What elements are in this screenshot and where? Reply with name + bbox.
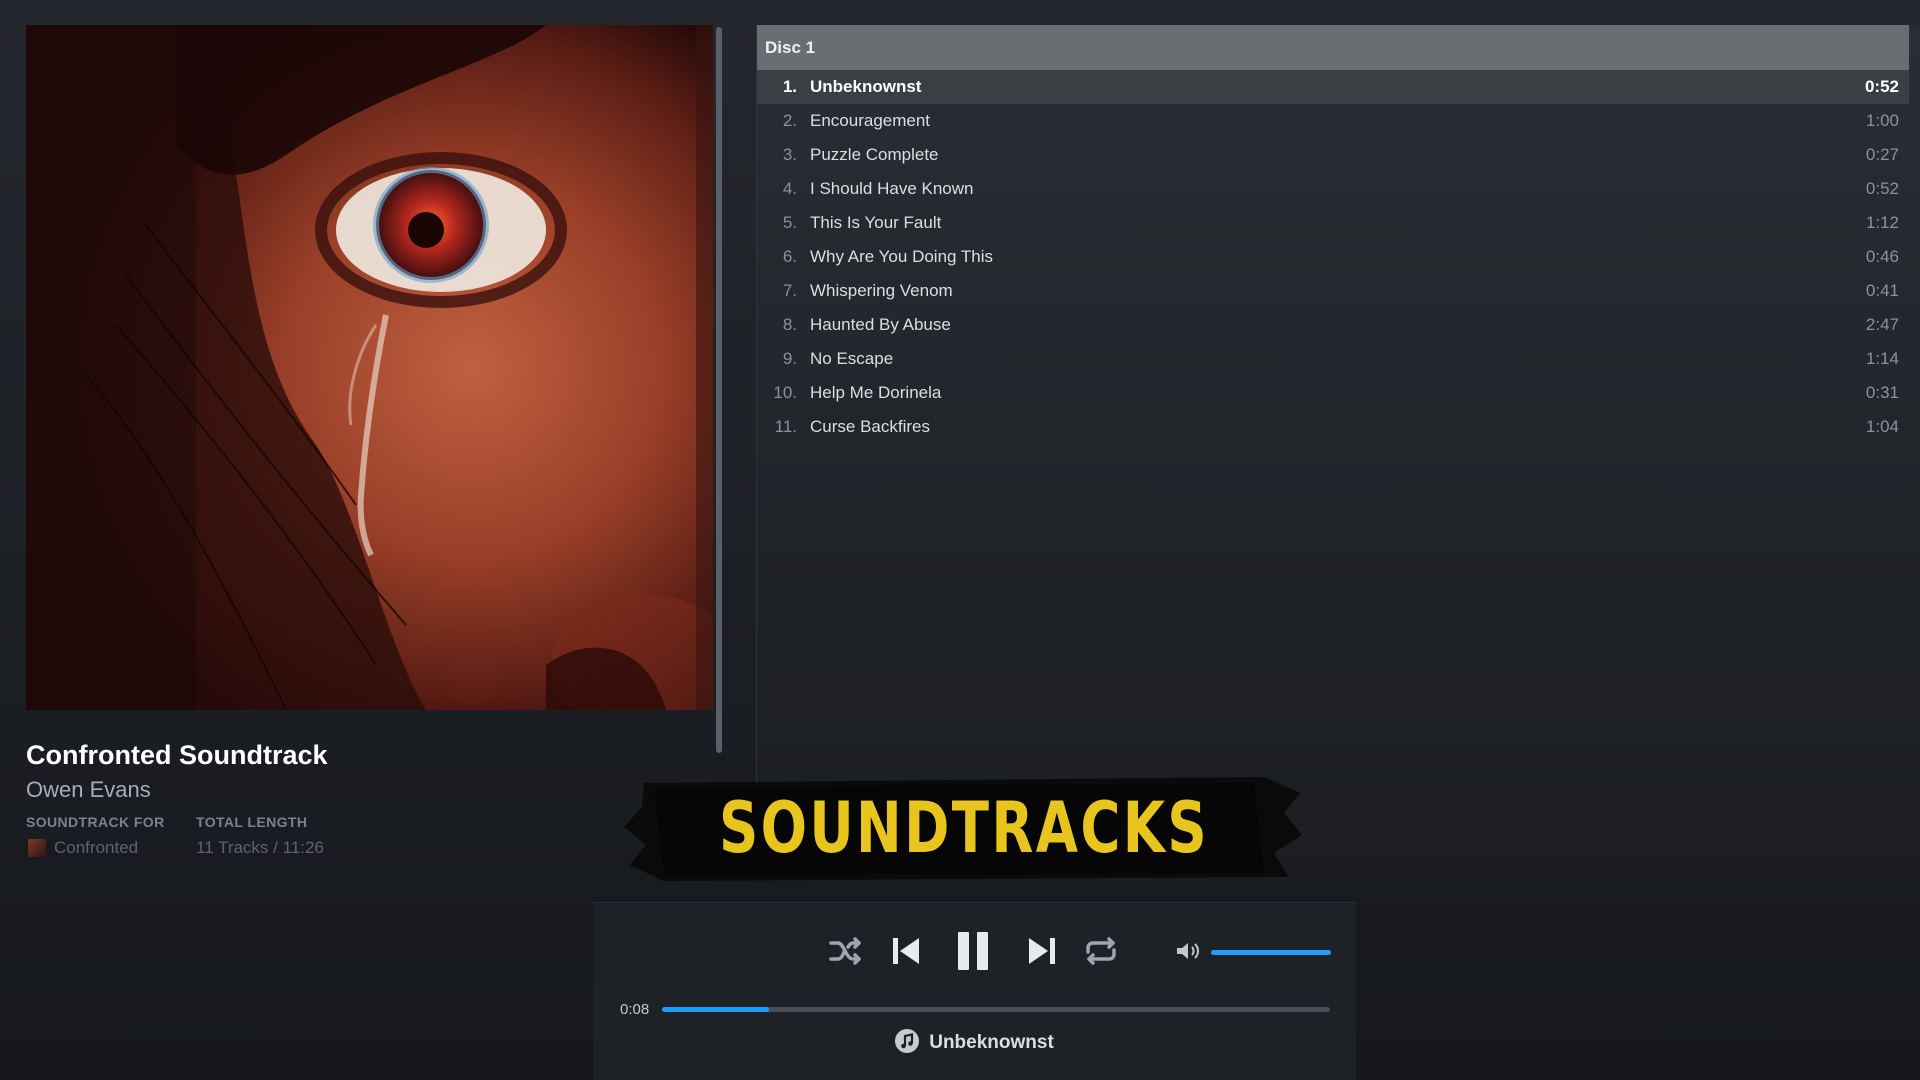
track-duration: 2:47 (1865, 315, 1899, 334)
track-number: 2. (782, 111, 797, 130)
track-row[interactable]: 10. Help Me Dorinela 0:31 (757, 376, 1909, 410)
track-row[interactable]: 9. No Escape 1:14 (757, 342, 1909, 376)
banner-text: SOUNDTRACKS (718, 787, 1210, 869)
track-row[interactable]: 8. Haunted By Abuse 2:47 (757, 308, 1909, 342)
repeat-icon (1086, 937, 1116, 965)
soundtrack-for-game-link[interactable]: Confronted (54, 838, 138, 858)
track-title: Help Me Dorinela (810, 383, 942, 402)
soundtrack-for-label: SOUNDTRACK FOR (26, 814, 165, 830)
track-row[interactable]: 6. Why Are You Doing This 0:46 (757, 240, 1909, 274)
repeat-button[interactable] (1084, 936, 1118, 966)
pause-button[interactable] (955, 930, 991, 972)
track-number: 9. (782, 349, 797, 368)
track-duration: 1:00 (1865, 111, 1899, 130)
total-length-value: 11 Tracks / 11:26 (196, 838, 324, 857)
game-thumbnail-icon (28, 839, 46, 857)
track-title: Unbeknownst (810, 77, 922, 96)
left-panel-scrollbar[interactable] (716, 27, 722, 753)
track-duration: 0:41 (1865, 281, 1899, 300)
progress-bar-fill (662, 1007, 769, 1012)
track-row[interactable]: 5. This Is Your Fault 1:12 (757, 206, 1909, 240)
track-row[interactable]: 3. Puzzle Complete 0:27 (757, 138, 1909, 172)
track-number: 7. (782, 281, 797, 300)
next-track-button[interactable] (1027, 936, 1057, 966)
track-title: Puzzle Complete (810, 145, 939, 164)
track-title: This Is Your Fault (810, 213, 942, 232)
album-cover-art (26, 25, 713, 710)
track-duration: 1:04 (1865, 417, 1899, 436)
music-note-icon (895, 1029, 920, 1053)
shuffle-button[interactable] (828, 936, 864, 966)
total-length-label: TOTAL LENGTH (196, 814, 308, 830)
volume-slider[interactable] (1211, 950, 1331, 955)
now-playing: Unbeknownst (593, 1029, 1356, 1054)
track-duration: 0:46 (1865, 247, 1899, 266)
track-list: 1. Unbeknownst 0:52 2. Encouragement 1:00 3. Pu… (757, 70, 1920, 444)
volume-icon (1177, 943, 1199, 959)
track-number: 10. (773, 383, 797, 402)
track-number: 8. (782, 315, 797, 334)
elapsed-time: 0:08 (620, 1001, 650, 1018)
track-duration: 0:52 (1865, 179, 1899, 198)
track-row[interactable]: 11. Curse Backfires 1:04 (757, 410, 1909, 444)
track-title: Haunted By Abuse (810, 315, 951, 334)
track-number: 6. (782, 247, 797, 266)
disc-header: Disc 1 (757, 25, 1909, 70)
track-duration: 0:52 (1864, 77, 1899, 96)
soundtrack-player-page: Confronted Soundtrack Owen Evans SOUNDTR… (0, 0, 1920, 1080)
track-title: Why Are You Doing This (810, 247, 994, 266)
track-title: Curse Backfires (810, 417, 930, 436)
album-artist: Owen Evans (26, 777, 151, 802)
next-icon (1029, 938, 1055, 964)
track-row[interactable]: 4. I Should Have Known 0:52 (757, 172, 1909, 206)
previous-icon (893, 938, 919, 964)
track-number: 5. (782, 213, 797, 232)
tracklist-panel: Disc 1 1. Unbeknownst 0:52 2. Encouragement 1… (756, 25, 1920, 880)
track-number: 3. (782, 145, 797, 164)
track-title: Whispering Venom (810, 281, 953, 300)
track-title: No Escape (810, 349, 894, 368)
track-row[interactable]: 7. Whispering Venom 0:41 (757, 274, 1909, 308)
track-number: 4. (782, 179, 797, 198)
now-playing-title: Unbeknownst (929, 1032, 1054, 1053)
track-number: 11. (774, 417, 797, 436)
track-duration: 1:12 (1865, 213, 1899, 232)
track-row[interactable]: 2. Encouragement 1:00 (757, 104, 1909, 138)
track-duration: 1:14 (1865, 349, 1899, 368)
music-player-bar: 0:08 Unbeknownst (593, 902, 1356, 1080)
track-duration: 0:27 (1865, 145, 1899, 164)
shuffle-icon (829, 937, 861, 965)
album-title: Confronted Soundtrack (26, 740, 328, 770)
track-number: 1. (782, 77, 797, 96)
track-title: Encouragement (810, 111, 931, 130)
track-duration: 0:31 (1865, 383, 1899, 402)
volume-button[interactable] (1175, 941, 1201, 961)
track-title: I Should Have Known (810, 179, 974, 198)
volume-slider-fill (1211, 950, 1331, 955)
progress-bar[interactable] (662, 1007, 1330, 1012)
pause-icon (958, 932, 988, 970)
track-row[interactable]: 1. Unbeknownst 0:52 (757, 70, 1909, 104)
previous-track-button[interactable] (891, 936, 921, 966)
soundtracks-banner: SOUNDTRACKS (624, 773, 1304, 883)
